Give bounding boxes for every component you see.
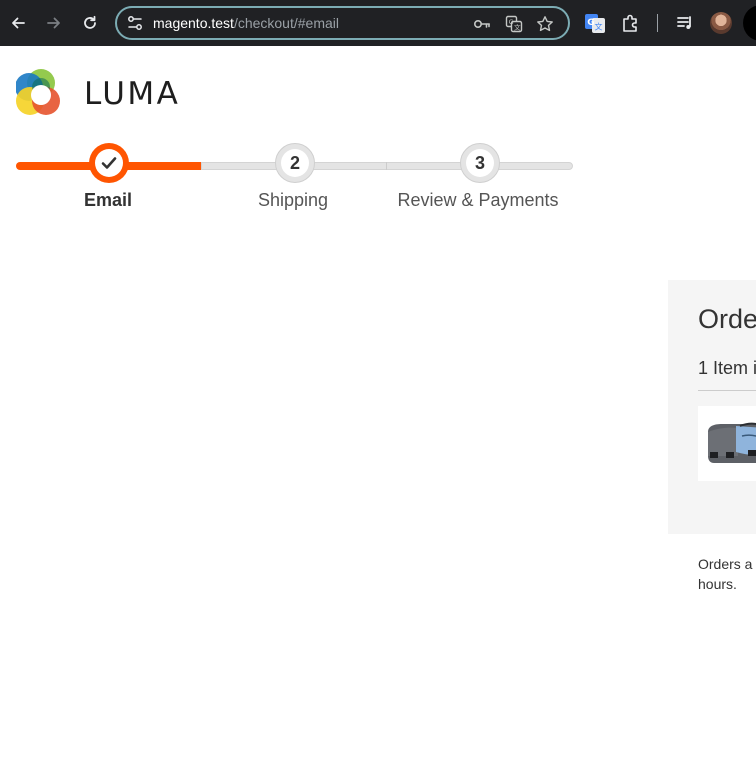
step-email-marker[interactable] [89,143,129,183]
reload-icon [84,15,96,29]
key-icon[interactable] [472,14,492,34]
svg-text:G: G [509,18,514,26]
avatar[interactable] [710,12,732,34]
address-bar[interactable]: magento.test/checkout/#email G 文 [115,6,570,40]
star-icon[interactable] [535,14,555,34]
step-review-marker[interactable]: 3 [460,143,500,183]
logo-center [31,85,51,105]
order-note-line-1: Orders a [698,556,753,572]
svg-text:文: 文 [595,22,603,32]
translate-icon[interactable]: G 文 [504,14,524,34]
checkmark-icon [101,157,117,169]
browser-toolbar: magento.test/checkout/#email G 文 G 文 [0,0,756,46]
logo-text: LUMA [84,76,181,112]
step-review-number: 3 [466,149,494,177]
order-summary-panel: Orde 1 Item i [668,280,756,534]
reload-button[interactable] [76,9,104,37]
arrow-right-icon [47,17,60,29]
progress-pending-segment [201,162,573,170]
back-button[interactable] [4,9,32,37]
url-text[interactable]: magento.test/checkout/#email [153,15,339,32]
google-translate-icon[interactable]: G 文 [583,11,607,35]
media-queue-icon[interactable] [673,11,697,35]
items-in-cart-toggle[interactable]: 1 Item i [698,358,756,379]
checkout-progress-bar: 2 3 Email Shipping Review & Payments [0,140,600,220]
url-path: /checkout/#email [233,15,339,31]
step-review-label[interactable]: Review & Payments [388,190,568,211]
step-email-marker-inner [95,149,123,177]
progress-divider [386,162,387,170]
forward-button[interactable] [40,9,68,37]
step-shipping-label[interactable]: Shipping [203,190,383,211]
svg-text:文: 文 [514,23,521,32]
order-summary-title: Orde [698,304,756,334]
puzzle-icon[interactable] [619,11,643,35]
toolbar-divider [657,14,658,32]
step-shipping-marker[interactable]: 2 [275,143,315,183]
svg-text:G: G [587,18,594,28]
profile-menu-button[interactable] [743,5,756,41]
step-shipping-number: 2 [281,149,309,177]
order-note: Orders a hours. [698,554,756,594]
arrow-left-icon [12,17,25,29]
summary-divider [698,390,756,391]
product-thumbnail [698,406,756,481]
messenger-bag-image [708,422,756,463]
step-email-label[interactable]: Email [18,190,198,211]
tune-icon[interactable] [126,14,144,32]
order-note-line-2: hours. [698,576,737,592]
url-host: magento.test [153,15,234,31]
